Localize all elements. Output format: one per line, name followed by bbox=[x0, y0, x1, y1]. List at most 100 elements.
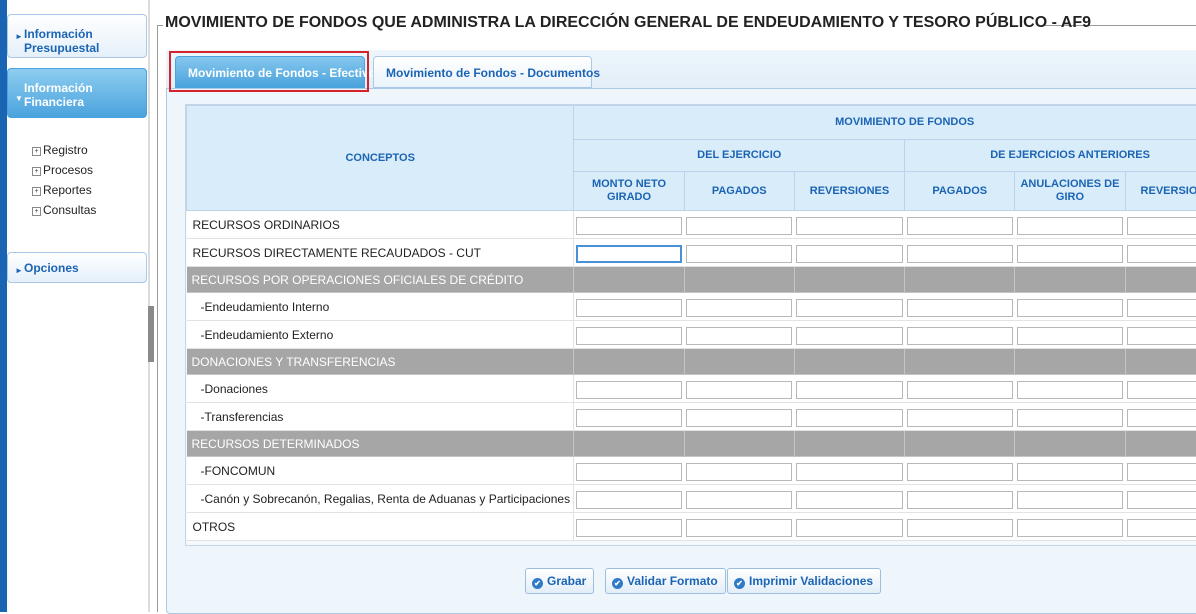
amount-input[interactable] bbox=[576, 409, 682, 427]
amount-input[interactable] bbox=[1127, 491, 1196, 509]
sidebar-section-label: Presupuestal bbox=[24, 41, 99, 55]
concept-label: RECURSOS DETERMINADOS bbox=[187, 431, 574, 457]
amount-input[interactable] bbox=[796, 299, 902, 317]
tree-item-registro[interactable]: +Registro bbox=[32, 140, 96, 160]
amount-input[interactable] bbox=[576, 299, 682, 317]
amount-input[interactable] bbox=[576, 381, 682, 399]
grid-cell bbox=[684, 485, 794, 513]
column-header-anulaciones-giro[interactable]: ANULACIONES DE GIRO bbox=[1015, 172, 1125, 211]
amount-input[interactable] bbox=[796, 217, 902, 235]
amount-input[interactable] bbox=[686, 409, 792, 427]
chevron-down-icon: ▼ bbox=[15, 92, 23, 106]
amount-input[interactable] bbox=[686, 381, 792, 399]
tab-movimiento-documentos[interactable]: Movimiento de Fondos - Documentos bbox=[373, 56, 592, 88]
table-row: -Canón y Sobrecanón, Regalias, Renta de … bbox=[187, 485, 1196, 513]
tree-item-reportes[interactable]: +Reportes bbox=[32, 180, 96, 200]
amount-input[interactable] bbox=[576, 245, 682, 263]
concept-label: -Endeudamiento Interno bbox=[187, 293, 574, 321]
grid-cell bbox=[794, 457, 904, 485]
amount-input[interactable] bbox=[686, 491, 792, 509]
group-cell bbox=[794, 431, 904, 457]
amount-input[interactable] bbox=[686, 245, 792, 263]
tree-item-label: Procesos bbox=[43, 163, 93, 177]
expand-plus-icon[interactable]: + bbox=[32, 187, 41, 196]
tree-item-consultas[interactable]: +Consultas bbox=[32, 200, 96, 220]
amount-input[interactable] bbox=[1127, 245, 1196, 263]
amount-input[interactable] bbox=[686, 463, 792, 481]
amount-input[interactable] bbox=[907, 463, 1013, 481]
grid-cell bbox=[1125, 485, 1196, 513]
grid-cell bbox=[794, 211, 904, 239]
sidebar-section-informacion-presupuestal[interactable]: ► Información Presupuestal bbox=[7, 14, 147, 58]
sidebar-section-opciones[interactable]: ► Opciones bbox=[7, 252, 147, 283]
amount-input[interactable] bbox=[796, 245, 902, 263]
amount-input[interactable] bbox=[907, 381, 1013, 399]
group-cell bbox=[684, 431, 794, 457]
amount-input[interactable] bbox=[1017, 519, 1123, 537]
amount-input[interactable] bbox=[796, 491, 902, 509]
grid-cell bbox=[905, 485, 1015, 513]
amount-input[interactable] bbox=[576, 491, 682, 509]
validar-formato-button[interactable]: ✔Validar Formato bbox=[605, 568, 726, 594]
amount-input[interactable] bbox=[1017, 381, 1123, 399]
amount-input[interactable] bbox=[1127, 381, 1196, 399]
amount-input[interactable] bbox=[1017, 327, 1123, 345]
column-header-pagados[interactable]: PAGADOS bbox=[684, 172, 794, 211]
column-header-ejercicios-anteriores: DE EJERCICIOS ANTERIORES bbox=[905, 140, 1196, 172]
grid-cell bbox=[1125, 457, 1196, 485]
amount-input[interactable] bbox=[796, 409, 902, 427]
amount-input[interactable] bbox=[907, 409, 1013, 427]
grid-cell bbox=[794, 485, 904, 513]
amount-input[interactable] bbox=[907, 217, 1013, 235]
amount-input[interactable] bbox=[686, 519, 792, 537]
amount-input[interactable] bbox=[907, 245, 1013, 263]
sidebar-tree: +Registro +Procesos +Reportes +Consultas bbox=[32, 140, 96, 220]
amount-input[interactable] bbox=[1017, 409, 1123, 427]
amount-input[interactable] bbox=[576, 327, 682, 345]
grid-cell bbox=[1125, 403, 1196, 431]
amount-input[interactable] bbox=[1017, 463, 1123, 481]
amount-input[interactable] bbox=[686, 217, 792, 235]
group-cell bbox=[574, 267, 684, 293]
column-header-pagados-anteriores[interactable]: PAGADOS bbox=[905, 172, 1015, 211]
group-cell bbox=[1015, 431, 1125, 457]
amount-input[interactable] bbox=[907, 491, 1013, 509]
amount-input[interactable] bbox=[686, 299, 792, 317]
expand-plus-icon[interactable]: + bbox=[32, 167, 41, 176]
amount-input[interactable] bbox=[907, 519, 1013, 537]
expand-plus-icon[interactable]: + bbox=[32, 147, 41, 156]
amount-input[interactable] bbox=[1127, 327, 1196, 345]
column-header-reversiones-anteriores[interactable]: REVERSIONES bbox=[1125, 172, 1196, 211]
amount-input[interactable] bbox=[796, 381, 902, 399]
amount-input[interactable] bbox=[1017, 491, 1123, 509]
grid-cell bbox=[1015, 375, 1125, 403]
amount-input[interactable] bbox=[576, 217, 682, 235]
grid-cell bbox=[794, 403, 904, 431]
imprimir-validaciones-button[interactable]: ✔Imprimir Validaciones bbox=[727, 568, 881, 594]
amount-input[interactable] bbox=[796, 519, 902, 537]
amount-input[interactable] bbox=[796, 327, 902, 345]
amount-input[interactable] bbox=[1127, 299, 1196, 317]
amount-input[interactable] bbox=[1127, 217, 1196, 235]
amount-input[interactable] bbox=[1127, 409, 1196, 427]
grabar-button[interactable]: ✔Grabar bbox=[525, 568, 594, 594]
amount-input[interactable] bbox=[1017, 245, 1123, 263]
expand-plus-icon[interactable]: + bbox=[32, 207, 41, 216]
amount-input[interactable] bbox=[907, 327, 1013, 345]
tree-item-procesos[interactable]: +Procesos bbox=[32, 160, 96, 180]
amount-input[interactable] bbox=[907, 299, 1013, 317]
amount-input[interactable] bbox=[1017, 299, 1123, 317]
amount-input[interactable] bbox=[1127, 463, 1196, 481]
column-header-reversiones[interactable]: REVERSIONES bbox=[794, 172, 904, 211]
group-cell bbox=[574, 431, 684, 457]
amount-input[interactable] bbox=[686, 327, 792, 345]
splitter-handle[interactable] bbox=[148, 306, 154, 362]
column-header-monto-neto-girado[interactable]: MONTO NETO GIRADO bbox=[574, 172, 684, 211]
amount-input[interactable] bbox=[576, 463, 682, 481]
sidebar-section-informacion-financiera[interactable]: ▼ Información Financiera bbox=[7, 68, 147, 118]
check-circle-icon: ✔ bbox=[734, 578, 745, 589]
amount-input[interactable] bbox=[1017, 217, 1123, 235]
amount-input[interactable] bbox=[1127, 519, 1196, 537]
amount-input[interactable] bbox=[796, 463, 902, 481]
amount-input[interactable] bbox=[576, 519, 682, 537]
